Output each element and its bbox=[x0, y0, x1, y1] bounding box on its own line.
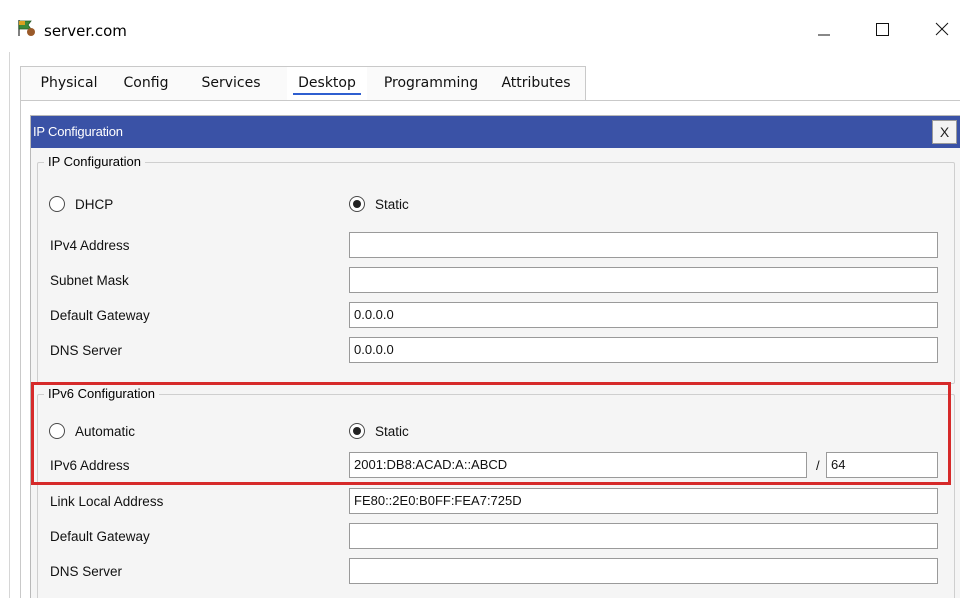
tab-physical[interactable]: Physical bbox=[33, 67, 105, 100]
ipv4-address-label: IPv4 Address bbox=[50, 238, 130, 253]
ipv4-default-gateway-label: Default Gateway bbox=[50, 308, 150, 323]
ipv4-dns-server-label: DNS Server bbox=[50, 343, 123, 358]
link-local-address-label: Link Local Address bbox=[50, 494, 164, 509]
ipv4-configuration-group: IP Configuration DHCP Static IPv4 Addres… bbox=[37, 154, 955, 384]
ipv4-address-input[interactable] bbox=[349, 232, 938, 258]
dhcp-radio[interactable] bbox=[49, 196, 65, 212]
prefix-separator: / bbox=[816, 458, 820, 473]
minimize-button[interactable] bbox=[806, 14, 842, 44]
ipv4-group-title: IP Configuration bbox=[44, 154, 145, 169]
ipv6-address-input[interactable]: 2001:DB8:ACAD:A::ABCD bbox=[349, 452, 807, 478]
ip-configuration-header: IP Configuration X bbox=[31, 116, 960, 148]
close-icon bbox=[935, 22, 949, 36]
subnet-mask-label: Subnet Mask bbox=[50, 273, 129, 288]
ipv6-dns-server-label: DNS Server bbox=[50, 564, 123, 579]
link-local-address-input[interactable]: FE80::2E0:B0FF:FEA7:725D bbox=[349, 488, 938, 514]
dhcp-label: DHCP bbox=[75, 197, 114, 212]
tab-config[interactable]: Config bbox=[117, 67, 175, 100]
ip-configuration-close-button[interactable]: X bbox=[932, 120, 957, 144]
tab-desktop[interactable]: Desktop bbox=[287, 67, 367, 100]
ipv6-group-title: IPv6 Configuration bbox=[44, 386, 159, 401]
maximize-icon bbox=[876, 23, 889, 36]
ipv4-dns-server-input[interactable]: 0.0.0.0 bbox=[349, 337, 938, 363]
ipv6-default-gateway-label: Default Gateway bbox=[50, 529, 150, 544]
tab-attributes[interactable]: Attributes bbox=[495, 67, 577, 100]
desktop-panel: IP Configuration X IP Configuration DHCP… bbox=[20, 100, 960, 598]
ipv6-default-gateway-input[interactable] bbox=[349, 523, 938, 549]
ipv6-automatic-label: Automatic bbox=[75, 424, 136, 439]
ipv6-dns-server-input[interactable] bbox=[349, 558, 938, 584]
tab-strip: Physical Config Services Desktop Program… bbox=[20, 66, 586, 100]
ipv4-default-gateway-input[interactable]: 0.0.0.0 bbox=[349, 302, 938, 328]
tab-desktop-label: Desktop bbox=[298, 75, 356, 91]
tab-services[interactable]: Services bbox=[193, 67, 269, 100]
subnet-mask-input[interactable] bbox=[349, 267, 938, 293]
ipv6-configuration-group: IPv6 Configuration Automatic Static IPv6… bbox=[37, 386, 955, 598]
window-title: server.com bbox=[44, 22, 127, 40]
ipv6-automatic-radio[interactable] bbox=[49, 423, 65, 439]
ip-configuration-title: IP Configuration bbox=[33, 124, 123, 139]
ipv6-static-label: Static bbox=[375, 424, 409, 439]
window-close-button[interactable] bbox=[924, 14, 960, 44]
ip-configuration-window: IP Configuration X IP Configuration DHCP… bbox=[30, 115, 960, 598]
window-titlebar: server.com bbox=[0, 0, 960, 52]
minimize-icon bbox=[818, 34, 830, 36]
window-left-edge bbox=[0, 52, 10, 598]
ipv4-static-label: Static bbox=[375, 197, 409, 212]
ipv4-static-radio[interactable] bbox=[349, 196, 365, 212]
active-tab-underline bbox=[293, 93, 361, 95]
server-app-icon bbox=[18, 20, 35, 36]
ipv6-static-radio[interactable] bbox=[349, 423, 365, 439]
ipv6-prefix-length-input[interactable]: 64 bbox=[826, 452, 938, 478]
tab-programming[interactable]: Programming bbox=[377, 67, 485, 100]
ipv6-address-label: IPv6 Address bbox=[50, 458, 130, 473]
maximize-button[interactable] bbox=[864, 14, 900, 44]
